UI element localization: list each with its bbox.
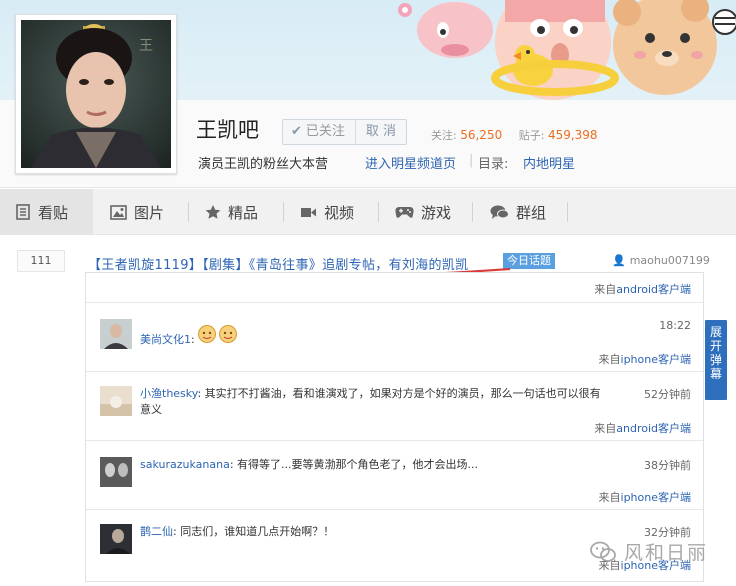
video-icon — [301, 207, 316, 217]
star-icon — [205, 205, 221, 219]
tab-groups[interactable]: 群组 — [490, 189, 546, 235]
tab-label: 群组 — [516, 203, 547, 222]
client-link[interactable]: iphone客户端 — [621, 491, 691, 504]
comment-row: 美尚文化1: 18:22 来自iphone客户端 — [86, 303, 703, 372]
user-icon: 👤 — [612, 254, 626, 267]
follow-count-label: 关注: — [431, 129, 457, 142]
danmu-char: 幕 — [709, 367, 722, 381]
tab-posts[interactable]: 看贴 — [0, 189, 93, 235]
tab-divider — [188, 202, 189, 222]
unfollow-button[interactable]: 取 消 — [356, 120, 406, 144]
thread-author[interactable]: 👤 maohu007199 — [612, 254, 710, 267]
comment-source: 来自iphone客户端 — [598, 353, 691, 366]
posts-count: 459,398 — [547, 128, 598, 142]
comment-username[interactable]: 小渔thesky — [140, 387, 197, 400]
forum-slogan: 演员王凯的粉丝大本营 — [198, 157, 329, 172]
followed-button[interactable]: ✔ 已关注 — [283, 120, 356, 144]
tab-video[interactable]: 视频 — [300, 189, 354, 235]
avatar[interactable] — [100, 457, 132, 487]
tab-games[interactable]: 游戏 — [395, 189, 451, 235]
danmu-char: 弹 — [709, 353, 722, 367]
tab-label: 看贴 — [38, 203, 69, 222]
tab-divider — [378, 202, 379, 222]
forum-nav: 看贴 图片 精品 视频 游戏 群组 — [0, 189, 736, 235]
comment-source: 来自android客户端 — [594, 283, 691, 296]
comment-time: 38分钟前 — [644, 459, 691, 472]
comment-text: 美尚文化1: — [140, 325, 610, 348]
expand-danmu-button[interactable]: 展 开 弹 幕 — [705, 320, 727, 400]
tab-divider — [472, 202, 473, 222]
reply-count-badge: 111 — [17, 250, 65, 272]
directory-label: 目录: — [478, 157, 509, 172]
comment-time: 18:22 — [659, 319, 691, 332]
svg-text:王: 王 — [139, 38, 153, 54]
tab-label: 精品 — [228, 203, 259, 222]
danmu-char: 开 — [709, 339, 722, 353]
tab-divider — [567, 202, 568, 222]
comment-source: 来自iphone客户端 — [598, 491, 691, 504]
danmu-char: 展 — [709, 325, 722, 339]
comment-text: 小渔thesky: 其实打不打酱油，看和谁演戏了，如果对方是个好的演员，那么一句… — [140, 387, 601, 416]
avatar[interactable] — [100, 524, 132, 554]
comment-row: 来自android客户端 — [86, 273, 703, 303]
author-name: maohu007199 — [629, 254, 710, 267]
comments-panel: 来自android客户端 美尚文化1: 18:22 来自iphone客户端 小渔… — [85, 272, 704, 582]
comment-username[interactable]: 美尚文化1 — [140, 333, 191, 346]
emoji-icon — [198, 325, 238, 347]
posts-count-label: 贴子: — [518, 129, 545, 142]
follow-count: 56,250 — [460, 128, 503, 142]
watermark-text: 风和日丽 — [624, 542, 709, 564]
comment-row: sakurazukanana: 有得等了...要等黄渤那个角色老了，他才会出场.… — [86, 441, 703, 510]
avatar[interactable] — [100, 386, 132, 416]
forum-stats: 关注: 56,250 贴子: 459,398 — [431, 127, 611, 143]
comment-text: 鹊二仙: 同志们，谁知道几点开始啊？！ — [140, 525, 335, 538]
client-link[interactable]: android客户端 — [616, 422, 691, 435]
tab-featured[interactable]: 精品 — [205, 189, 258, 235]
watermark: 风和日丽 — [590, 538, 708, 565]
tab-label: 游戏 — [421, 203, 452, 222]
comment-source: 来自android客户端 — [594, 422, 691, 435]
comment-time: 52分钟前 — [644, 388, 691, 401]
comment-row: 小渔thesky: 其实打不打酱油，看和谁演戏了，如果对方是个好的演员，那么一句… — [86, 372, 703, 441]
directory-link[interactable]: 内地明星 — [523, 153, 575, 172]
avatar[interactable] — [100, 319, 132, 349]
tab-images[interactable]: 图片 — [110, 189, 164, 235]
tab-label: 图片 — [134, 203, 165, 222]
star-channel-link[interactable]: 进入明星频道页 — [365, 153, 456, 172]
divider: | — [469, 153, 474, 168]
tab-label: 视频 — [324, 203, 355, 222]
cartoon-banner-art — [398, 0, 736, 100]
comment-username[interactable]: 鹊二仙 — [140, 525, 173, 538]
comment-username[interactable]: sakurazukanana — [140, 458, 230, 471]
client-link[interactable]: android客户端 — [616, 283, 691, 296]
gamepad-icon — [395, 206, 414, 218]
comment-text: sakurazukanana: 有得等了...要等黄渤那个角色老了，他才会出场.… — [140, 458, 479, 471]
forum-avatar[interactable]: 王 — [15, 14, 177, 174]
actor-photo: 王 — [21, 20, 171, 168]
document-icon — [16, 204, 30, 220]
tab-divider — [283, 202, 284, 222]
followed-label: 已关注 — [305, 124, 345, 139]
client-link[interactable]: iphone客户端 — [621, 353, 691, 366]
follow-control: ✔ 已关注 取 消 — [282, 119, 408, 145]
image-icon — [110, 204, 127, 220]
check-icon: ✔ — [291, 124, 302, 139]
chat-icon — [490, 205, 509, 219]
wechat-icon — [590, 541, 616, 562]
forum-title: 王凯吧 — [196, 118, 259, 142]
